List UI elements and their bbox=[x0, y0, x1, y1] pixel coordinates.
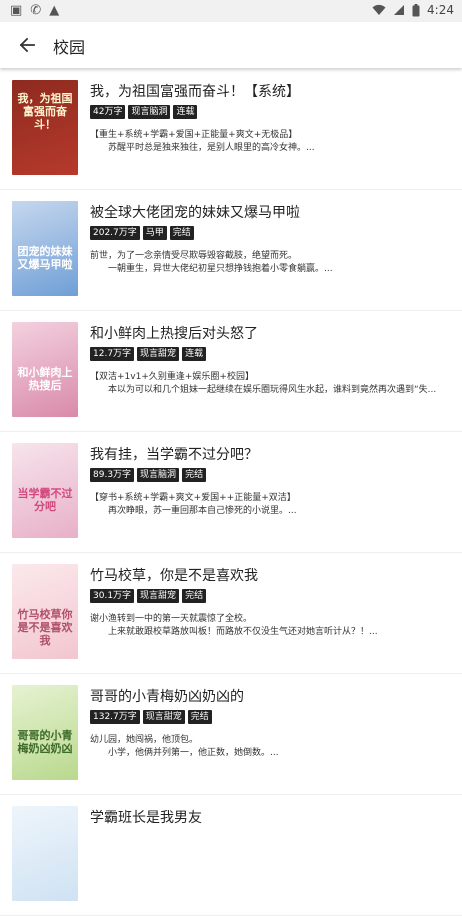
book-intro-line: 幼儿园，她闯祸，他顶包。 bbox=[90, 735, 199, 745]
cover-title-text: 当学霸不过分吧 bbox=[17, 487, 73, 513]
book-tag: 89.3万字 bbox=[90, 468, 135, 482]
book-tags: 30.1万字 现言甜宠 完结 bbox=[90, 589, 207, 603]
book-intro-line: 苏醒平时总是独来独往，是别人眼里的高冷女神。... bbox=[108, 143, 315, 153]
arrow-left-icon bbox=[19, 37, 35, 53]
book-cover[interactable]: 和小鲜肉上热搜后 bbox=[12, 322, 78, 417]
book-item[interactable]: 我，为祖国富强而奋斗！ 我，为祖国富强而奋斗！【系统】 42万字 现言脑洞 连载【重生+… bbox=[0, 69, 462, 190]
book-intro-line: 【穿书+系统+学霸+爽文+爱国++正能量+双洁】 bbox=[90, 493, 296, 503]
book-tag: 现言脑洞 bbox=[128, 105, 171, 119]
back-button[interactable] bbox=[14, 32, 40, 58]
book-tags: 132.7万字 现言甜宠 完结 bbox=[90, 710, 212, 724]
app-bar: 校园 bbox=[0, 22, 462, 68]
app-notification-icon: ✆ bbox=[30, 3, 42, 18]
book-tag: 完结 bbox=[182, 589, 207, 603]
book-title[interactable]: 竹马校草，你是不是喜欢我 bbox=[90, 565, 258, 585]
book-tag: 连载 bbox=[173, 105, 198, 119]
book-intro-line: 【双洁+1v1+久别重逢+娱乐圈+校园】 bbox=[90, 372, 254, 382]
page-title: 校园 bbox=[53, 38, 86, 57]
book-list: 我，为祖国富强而奋斗！ 我，为祖国富强而奋斗！【系统】 42万字 现言脑洞 连载 【重生+… bbox=[0, 69, 462, 916]
book-title[interactable]: 和小鲜肉上热搜后对头怒了 bbox=[90, 323, 258, 343]
cover-title-text: 哥哥的小青梅奶凶奶凶 bbox=[17, 729, 73, 755]
cover-title-text: 和小鲜肉上热搜后 bbox=[17, 366, 73, 392]
book-tag: 完结 bbox=[187, 710, 212, 724]
book-tags: 89.3万字 现言脑洞 完结 bbox=[90, 468, 207, 482]
book-tag: 202.7万字 bbox=[90, 226, 140, 240]
book-item[interactable]: 哥哥的小青梅奶凶奶凶 哥哥的小青梅奶凶奶凶的 132.7万字 现言甜宠 完结幼儿园，她闯… bbox=[0, 674, 462, 795]
book-item[interactable]: 竹马校草你是不是喜欢我 竹马校草，你是不是喜欢我 30.1万字 现言甜宠 完结谢小渔转到… bbox=[0, 553, 462, 674]
book-item[interactable]: 当学霸不过分吧 我有挂，当学霸不过分吧？ 89.3万字 现言脑洞 完结【穿书+系统+学霸… bbox=[0, 432, 462, 553]
notification-icon: ▣ bbox=[10, 3, 23, 18]
cover-title-text: 竹马校草你是不是喜欢我 bbox=[17, 608, 73, 647]
signal-icon bbox=[394, 5, 405, 15]
cover-title-text: 团宠的妹妹又爆马甲啦 bbox=[17, 245, 73, 271]
status-bar: ▣ ✆ ▲ 4:24 bbox=[0, 0, 462, 22]
book-tag: 马甲 bbox=[142, 226, 167, 240]
book-intro-line: 【重生+系统+学霸+爱国+正能量+爽文+无极品】 bbox=[90, 130, 298, 140]
book-cover[interactable]: 竹马校草你是不是喜欢我 bbox=[12, 564, 78, 659]
book-intro-line: 本以为可以和几个姐妹一起继续在娱乐圈玩得风生水起，谁料到竟然再次遇到“失... bbox=[108, 385, 437, 395]
book-tag: 现言甜宠 bbox=[137, 347, 180, 361]
book-intro-line: 上来就敢跟校草路放叫板！而路放不仅没生气还对她言听计从？！... bbox=[108, 627, 378, 637]
book-cover[interactable]: 团宠的妹妹又爆马甲啦 bbox=[12, 201, 78, 296]
book-intro-line: 小学，他俩并列第一，他正数，她倒数。... bbox=[108, 748, 279, 758]
cover-title-text: 我，为祖国富强而奋斗！ bbox=[17, 92, 73, 131]
book-title[interactable]: 学霸班长是我男友 bbox=[90, 807, 202, 827]
book-tag: 12.7万字 bbox=[90, 347, 135, 361]
book-tags: 12.7万字 现言甜宠 连载 bbox=[90, 347, 207, 361]
book-title[interactable]: 被全球大佬团宠的妹妹又爆马甲啦 bbox=[90, 202, 300, 222]
book-cover[interactable] bbox=[12, 806, 78, 901]
book-title[interactable]: 我，为祖国富强而奋斗！【系统】 bbox=[90, 81, 300, 101]
book-cover[interactable]: 当学霸不过分吧 bbox=[12, 443, 78, 538]
book-tags: 202.7万字 马甲 完结 bbox=[90, 226, 194, 240]
battery-icon bbox=[412, 3, 420, 16]
book-tag: 现言甜宠 bbox=[142, 710, 185, 724]
book-tag: 现言甜宠 bbox=[137, 589, 180, 603]
book-tag: 完结 bbox=[182, 468, 207, 482]
alert-icon: ▲ bbox=[49, 3, 60, 18]
book-tag: 连载 bbox=[182, 347, 207, 361]
status-time: 4:24 bbox=[427, 3, 454, 17]
book-tag: 132.7万字 bbox=[90, 710, 140, 724]
book-title[interactable]: 我有挂，当学霸不过分吧？ bbox=[90, 444, 258, 464]
book-tag: 现言脑洞 bbox=[137, 468, 180, 482]
book-item[interactable]: 学霸班长是我男友 bbox=[0, 795, 462, 916]
book-title[interactable]: 哥哥的小青梅奶凶奶凶的 bbox=[90, 686, 244, 706]
wifi-icon bbox=[372, 4, 386, 15]
book-cover[interactable]: 我，为祖国富强而奋斗！ bbox=[12, 80, 78, 175]
book-intro-line: 前世，为了一念亲情受尽欺辱毁容截肢，绝望而死。 bbox=[90, 251, 298, 261]
book-item[interactable]: 和小鲜肉上热搜后 和小鲜肉上热搜后对头怒了 12.7万字 现言甜宠 连载【双洁+1v1+… bbox=[0, 311, 462, 432]
book-tag: 30.1万字 bbox=[90, 589, 135, 603]
book-tag: 42万字 bbox=[90, 105, 126, 119]
book-tags: 42万字 现言脑洞 连载 bbox=[90, 105, 198, 119]
book-intro-line: 一朝重生，异世大佬纪初星只想挣钱抱着小零食躺赢。... bbox=[108, 264, 333, 274]
book-item[interactable]: 团宠的妹妹又爆马甲啦 被全球大佬团宠的妹妹又爆马甲啦 202.7万字 马甲 完结前世，为… bbox=[0, 190, 462, 311]
book-tag: 完结 bbox=[169, 226, 194, 240]
book-intro-line: 再次睁眼，苏一重回那本自己惨死的小说里。... bbox=[108, 506, 297, 516]
book-cover[interactable]: 哥哥的小青梅奶凶奶凶 bbox=[12, 685, 78, 780]
book-intro-line: 谢小渔转到一中的第一天就震惊了全校。 bbox=[90, 614, 253, 624]
